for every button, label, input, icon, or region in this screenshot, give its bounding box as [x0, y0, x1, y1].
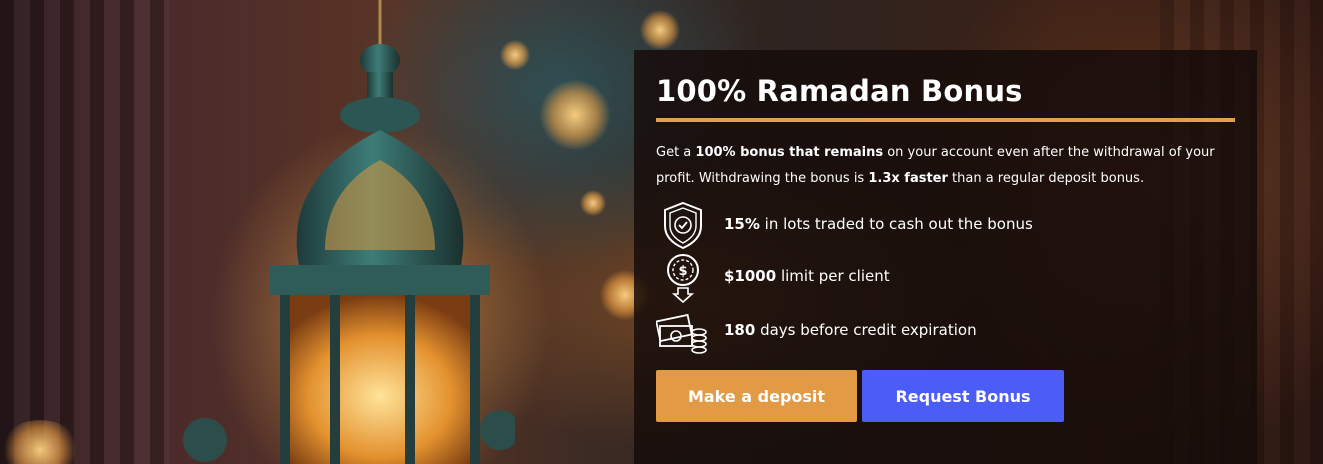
feature-label: limit per client [776, 267, 890, 285]
feature-text: $1000 limit per client [724, 267, 890, 285]
feature-label: in lots traded to cash out the bonus [759, 215, 1033, 233]
dollar-coin-download-icon: $ [656, 252, 710, 304]
bokeh-light [540, 80, 610, 150]
feature-value: $1000 [724, 267, 777, 285]
feature-item-credit-expiration: 180 days before credit expiration [655, 306, 1216, 358]
request-bonus-button[interactable]: Request Bonus [862, 370, 1064, 422]
description-highlight: 1.3x faster [868, 171, 948, 186]
feature-item-client-limit: $ $1000 limit per client [656, 252, 1216, 304]
description-highlight: 100% bonus that remains [695, 145, 884, 160]
feature-text: 180 days before credit expiration [724, 321, 977, 339]
feature-item-lots-traded: 15% in lots traded to cash out the bonus [656, 200, 1216, 252]
promo-title: 100% Ramadan Bonus [656, 74, 1023, 108]
promo-description: Get a 100% bonus that remains on your ac… [656, 140, 1226, 192]
shield-check-icon [656, 200, 710, 252]
title-underline [656, 118, 1235, 122]
svg-text:$: $ [678, 264, 687, 279]
feature-value: 15% [724, 215, 760, 233]
feature-text: 15% in lots traded to cash out the bonus [724, 215, 1033, 233]
description-text: than a regular deposit bonus. [947, 171, 1145, 186]
lantern-illustration [183, 0, 515, 464]
feature-value: 180 [724, 321, 756, 339]
feature-label: days before credit expiration [755, 321, 977, 339]
promo-panel: 100% Ramadan Bonus Get a 100% bonus that… [634, 50, 1257, 464]
curtain-left [0, 0, 170, 464]
bokeh-light [580, 190, 606, 216]
description-text: Get a [656, 145, 696, 160]
cash-stack-icon [655, 306, 710, 358]
make-deposit-button[interactable]: Make a deposit [656, 370, 857, 422]
bokeh-light [640, 10, 680, 50]
